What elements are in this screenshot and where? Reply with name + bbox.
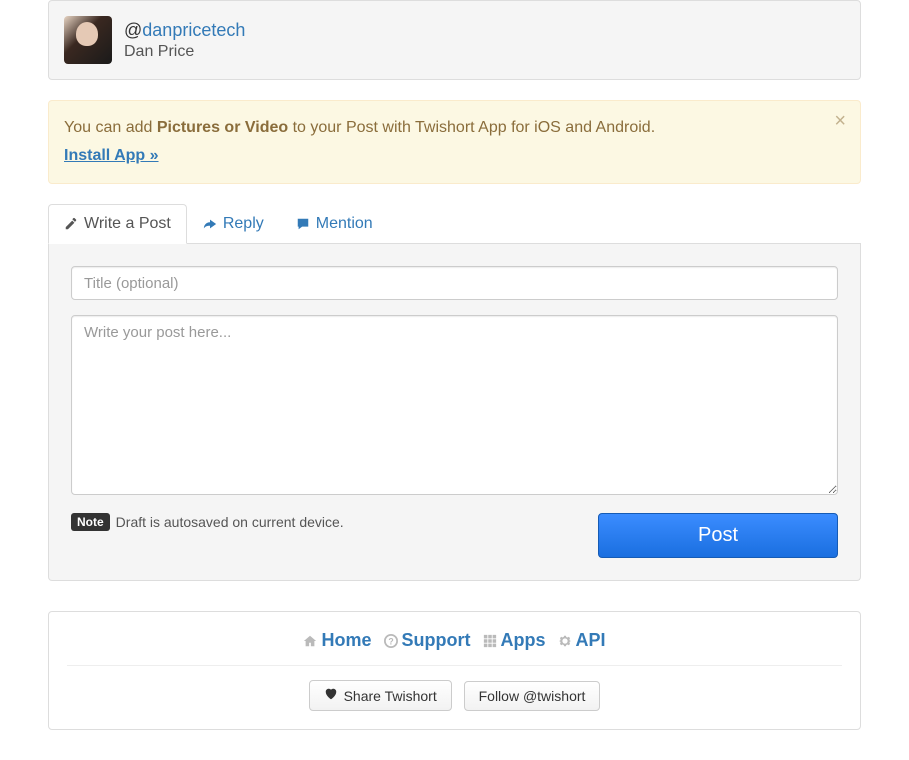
footer-support-link[interactable]: ? Support: [384, 630, 471, 651]
footer-home-link[interactable]: Home: [303, 630, 371, 651]
profile-row: @danpricetech Dan Price: [64, 16, 845, 64]
tab-write-post[interactable]: Write a Post: [48, 204, 187, 244]
profile-handle: @danpricetech: [124, 20, 245, 41]
follow-twishort-button[interactable]: Follow @twishort: [464, 681, 601, 711]
edit-icon: [64, 217, 78, 231]
profile-handle-link[interactable]: danpricetech: [142, 20, 245, 40]
footer-links: Home ? Support Apps API: [67, 630, 842, 651]
footer-apps-link[interactable]: Apps: [483, 630, 546, 651]
speech-bubble-icon: [296, 217, 310, 231]
profile-display-name: Dan Price: [124, 43, 245, 61]
follow-label: Follow @twishort: [479, 688, 586, 704]
profile-text: @danpricetech Dan Price: [124, 20, 245, 61]
title-input[interactable]: [71, 266, 838, 300]
tab-reply-label: Reply: [223, 215, 264, 233]
svg-text:?: ?: [388, 636, 393, 646]
note-text: Draft is autosaved on current device.: [116, 514, 344, 530]
install-app-alert: × You can add Pictures or Video to your …: [48, 100, 861, 184]
footer-support-label: Support: [402, 630, 471, 651]
share-label: Share Twishort: [344, 688, 437, 704]
footer-divider: [67, 665, 842, 666]
avatar: [64, 16, 112, 64]
post-button[interactable]: Post: [598, 513, 838, 558]
reply-icon: [203, 217, 217, 231]
grid-icon: [483, 634, 497, 648]
compose-panel: Note Draft is autosaved on current devic…: [48, 244, 861, 581]
footer-home-label: Home: [321, 630, 371, 651]
at-sign: @: [124, 20, 142, 40]
autosave-note: Note Draft is autosaved on current devic…: [71, 513, 344, 531]
heart-icon: [324, 687, 338, 704]
footer-panel: Home ? Support Apps API Share Twishort: [48, 611, 861, 730]
footer-api-link[interactable]: API: [558, 630, 606, 651]
footer-api-label: API: [576, 630, 606, 651]
tab-mention-label: Mention: [316, 215, 373, 233]
tab-reply[interactable]: Reply: [187, 204, 280, 244]
compose-tabs: Write a Post Reply Mention: [48, 204, 861, 244]
alert-text-after: to your Post with Twishort App for iOS a…: [288, 119, 655, 136]
tab-write-label: Write a Post: [84, 215, 171, 233]
home-icon: [303, 634, 317, 648]
tab-mention[interactable]: Mention: [280, 204, 389, 244]
install-app-link[interactable]: Install App »: [64, 144, 159, 168]
alert-text-strong: Pictures or Video: [157, 119, 288, 136]
gear-icon: [558, 634, 572, 648]
alert-text-before: You can add: [64, 119, 157, 136]
footer-apps-label: Apps: [501, 630, 546, 651]
share-twishort-button[interactable]: Share Twishort: [309, 680, 452, 711]
close-icon[interactable]: ×: [834, 111, 846, 131]
profile-panel: @danpricetech Dan Price: [48, 0, 861, 80]
compose-footer: Note Draft is autosaved on current devic…: [71, 513, 838, 558]
help-icon: ?: [384, 634, 398, 648]
note-badge: Note: [71, 513, 110, 531]
body-input[interactable]: [71, 315, 838, 495]
